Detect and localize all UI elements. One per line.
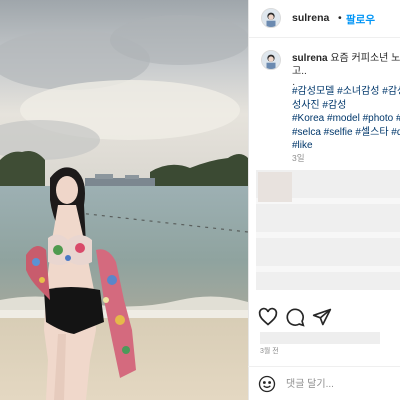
caption-username[interactable]: sulrena: [292, 53, 328, 64]
hashtag-line[interactable]: 성사진 #감성: [292, 99, 400, 113]
post-header: sulrena • 팔로우: [249, 0, 400, 38]
beach-photo: [0, 0, 248, 400]
avatar[interactable]: [261, 8, 281, 28]
comment-bar: [248, 366, 400, 400]
caption-time: 3일: [292, 153, 305, 163]
follow-button[interactable]: 팔로우: [346, 12, 375, 27]
caption-avatar[interactable]: [261, 50, 281, 70]
caption-line-2: 고..: [292, 66, 307, 77]
avatar-image: [262, 9, 280, 27]
post-photo[interactable]: [0, 0, 248, 400]
separator-dot: •: [338, 12, 342, 24]
heart-icon[interactable]: [258, 307, 278, 327]
instagram-post: sulrena • 팔로우 sulrena 요즘 커피소년 노래 고.. ·: [0, 0, 400, 400]
caption-body: 요즘 커피소년 노래: [330, 53, 400, 64]
comment-input[interactable]: [286, 375, 396, 393]
hashtag-line[interactable]: #Korea #model #photo #: [292, 112, 400, 126]
comment-icon[interactable]: [285, 307, 305, 327]
hashtag-line[interactable]: #selca #selfie #셀스타 #d: [292, 126, 400, 140]
action-bar: [248, 303, 400, 331]
hashtag-line[interactable]: #like: [292, 139, 400, 153]
share-icon[interactable]: [312, 307, 332, 327]
hashtag-list: #감성모델 #소녀감성 #감성 성사진 #감성 #Korea #model #p…: [292, 85, 400, 153]
avatar-image: [262, 51, 280, 69]
emoji-icon[interactable]: [258, 375, 276, 393]
username-link[interactable]: sulrena: [292, 12, 329, 24]
hashtag-line[interactable]: #감성모델 #소녀감성 #감성: [292, 85, 400, 99]
blurred-avatar: [258, 172, 292, 202]
blurred-likes: [260, 332, 380, 344]
post-date: 3월 전: [260, 348, 279, 355]
